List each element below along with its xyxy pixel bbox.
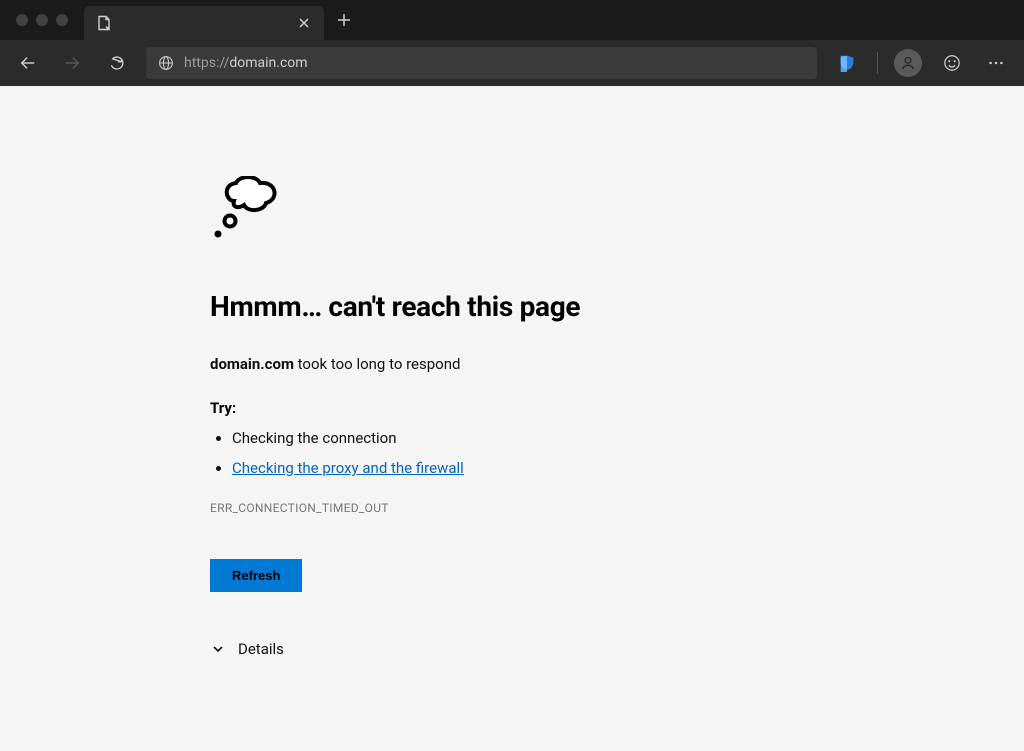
feedback-icon[interactable]	[938, 49, 966, 77]
new-tab-button[interactable]	[330, 6, 358, 34]
window-minimize-dot[interactable]	[36, 14, 48, 26]
url-protocol: https://	[184, 55, 229, 71]
try-label: Try:	[210, 399, 810, 417]
try-item-connection: Checking the connection	[232, 429, 810, 447]
address-bar[interactable]: https://domain.com	[146, 47, 817, 79]
profile-avatar[interactable]	[894, 49, 922, 77]
details-toggle[interactable]: Details	[210, 640, 810, 658]
error-lead: domain.com took too long to respond	[210, 355, 810, 373]
url-domain: domain.com	[229, 55, 307, 71]
refresh-button[interactable]	[102, 49, 130, 77]
browser-tab[interactable]	[84, 6, 324, 40]
chevron-down-icon	[210, 641, 226, 657]
error-title: Hmmm… can't reach this page	[210, 290, 810, 323]
toolbar: https://domain.com	[0, 40, 1024, 86]
proxy-firewall-link[interactable]: Checking the proxy and the firewall	[232, 459, 464, 477]
refresh-page-button[interactable]: Refresh	[210, 559, 302, 592]
toolbar-right	[833, 49, 1010, 77]
tab-error-page-icon	[96, 15, 112, 31]
error-lead-domain: domain.com	[210, 355, 294, 373]
titlebar	[0, 0, 1024, 40]
try-item-proxy: Checking the proxy and the firewall	[232, 459, 810, 477]
error-code: ERR_CONNECTION_TIMED_OUT	[210, 501, 810, 515]
forward-button	[58, 49, 86, 77]
details-label: Details	[238, 640, 284, 658]
toolbar-divider	[877, 52, 878, 74]
window-close-dot[interactable]	[16, 14, 28, 26]
tab-close-icon[interactable]	[296, 15, 312, 31]
back-button[interactable]	[14, 49, 42, 77]
tracking-prevention-icon[interactable]	[833, 49, 861, 77]
try-list: Checking the connection Checking the pro…	[210, 429, 810, 477]
url-text: https://domain.com	[184, 55, 308, 71]
error-lead-text: took too long to respond	[294, 355, 461, 373]
thought-bubble-icon	[210, 176, 810, 250]
page-content: Hmmm… can't reach this page domain.com t…	[0, 86, 1024, 751]
window-controls	[0, 14, 84, 26]
window-maximize-dot[interactable]	[56, 14, 68, 26]
more-menu-icon[interactable]	[982, 49, 1010, 77]
globe-icon	[158, 55, 174, 71]
